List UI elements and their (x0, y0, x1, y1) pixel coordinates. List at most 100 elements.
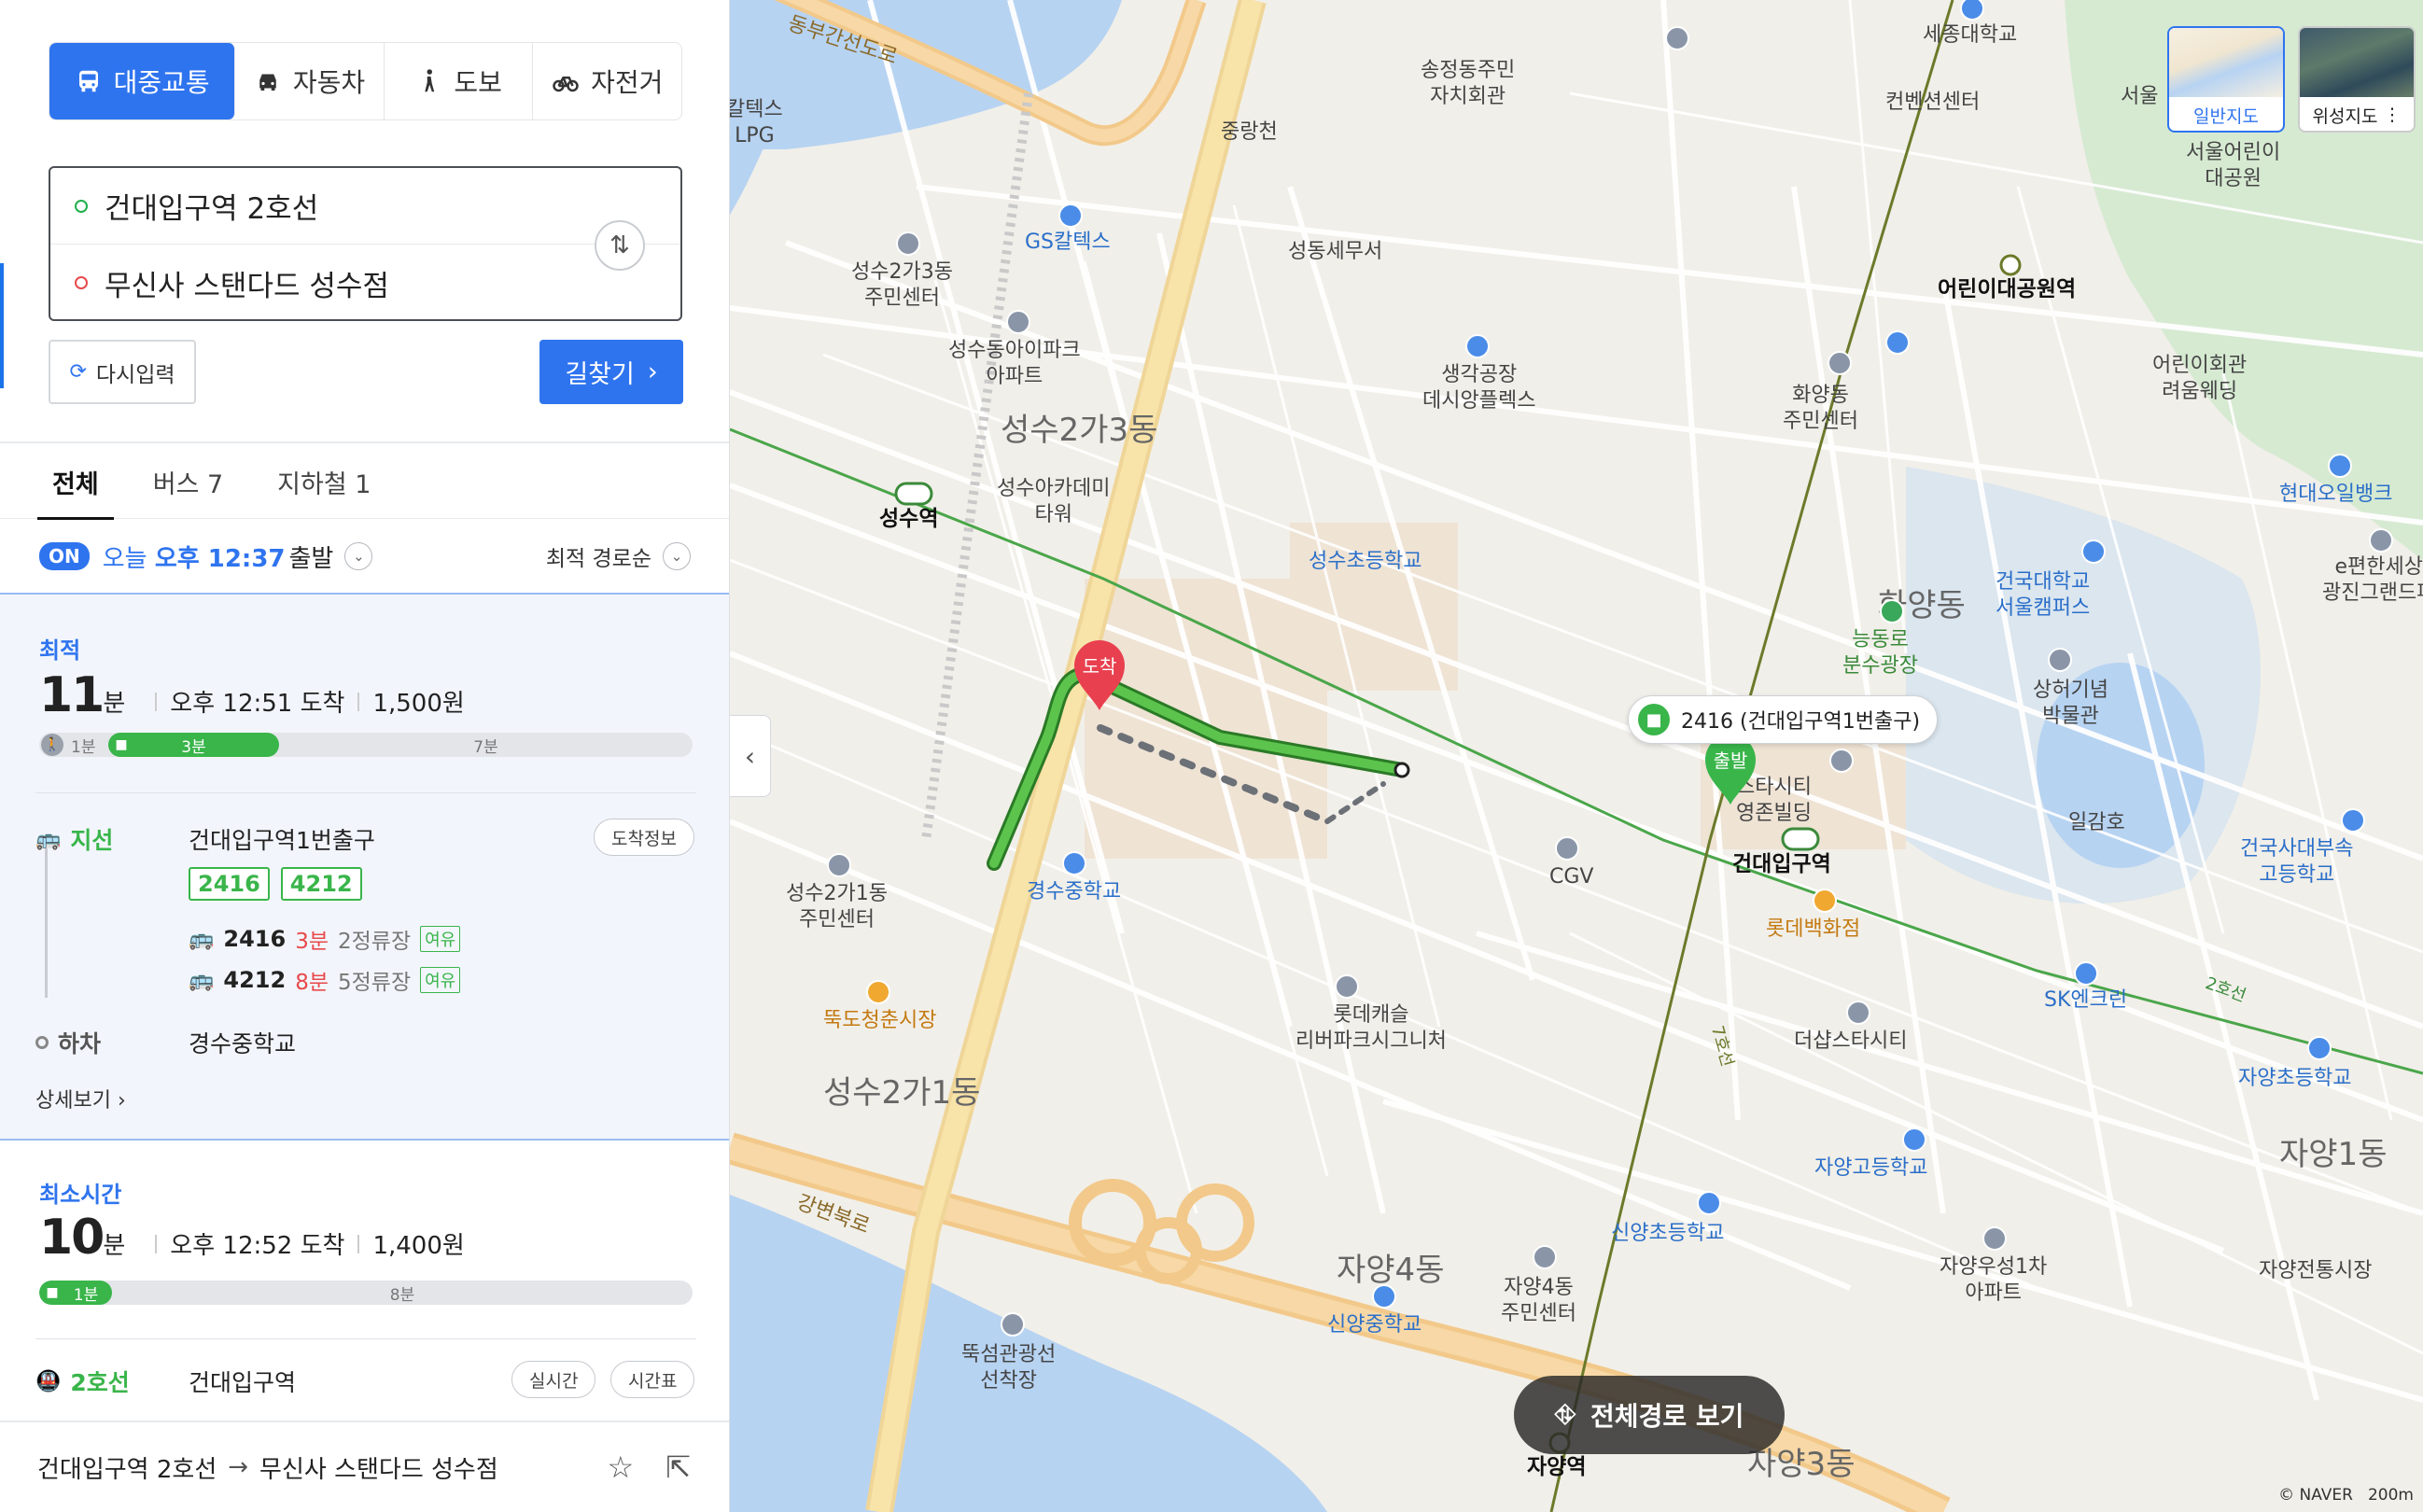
map-view[interactable]: 화양동 성수2가3동 성수2가1동 자양1동 자양4동 자양3동 성수역 건대입… (730, 0, 2423, 1512)
school-icon[interactable] (1697, 1191, 1721, 1215)
museum-icon[interactable] (2048, 648, 2072, 672)
find-route-button[interactable]: 길찾기 › (539, 340, 683, 404)
apartment-icon[interactable] (1006, 310, 1030, 334)
map-label-poi[interactable]: 성수아카데미 타워 (997, 476, 1110, 527)
map-label-poi[interactable]: 경수중학교 (1027, 879, 1121, 905)
ferry-icon[interactable] (1001, 1312, 1025, 1337)
school-icon[interactable] (2341, 808, 2365, 833)
gas-station-icon[interactable] (2328, 454, 2352, 478)
building-icon[interactable] (1829, 749, 1854, 773)
map-label-station[interactable]: 성수역 (879, 506, 938, 533)
map-label-poi[interactable]: GS칼텍스 (1025, 230, 1111, 256)
school-icon[interactable] (2081, 539, 2106, 564)
departure-time[interactable]: 오늘 오후 12:37 (103, 539, 286, 574)
map-label-poi[interactable]: 서울어린이 대공원 (2186, 140, 2280, 191)
map-label-poi[interactable]: 상허기념 박물관 (2033, 678, 2108, 729)
apartment-icon[interactable] (2369, 528, 2393, 553)
school-icon[interactable] (1902, 1127, 1926, 1152)
map-label-poi[interactable]: 건국사대부속 고등학교 (2240, 836, 2353, 888)
full-route-button[interactable]: ⛗ 전체경로 보기 (1514, 1376, 1785, 1454)
map-label-poi[interactable]: 뚝도청춘시장 (823, 1008, 936, 1034)
cinema-icon[interactable] (1555, 836, 1579, 861)
layer-normal-button[interactable]: 일반지도 (2167, 26, 2285, 133)
origin-field[interactable]: 건대입구역 2호선 (50, 168, 680, 245)
map-label-poi[interactable]: 자양고등학교 (1814, 1155, 1927, 1182)
gas-station-icon[interactable] (1058, 203, 1083, 228)
school-icon[interactable] (2307, 1036, 2332, 1060)
chevron-down-icon[interactable]: ⌄ (344, 542, 373, 570)
map-label-poi[interactable]: 성수동아이파크 아파트 (948, 338, 1081, 389)
map-label-poi[interactable]: 화양동 주민센터 (1783, 383, 1858, 434)
map-label-poi[interactable]: 롯데백화점 (1766, 917, 1860, 943)
map-label-poi[interactable]: 생각공장 데시앙플렉스 (1422, 362, 1535, 413)
map-pin-icon[interactable] (1665, 26, 1689, 50)
more-options-icon[interactable]: ⋮ (2383, 105, 2401, 125)
detail-link[interactable]: 상세보기 › (35, 1084, 126, 1113)
map-label-poi[interactable]: 자양전통시장 (2259, 1258, 2372, 1284)
map-label-poi[interactable]: 현대오일뱅크 (2279, 482, 2392, 508)
map-label-poi[interactable]: 뚝섬관광선 선착장 (961, 1342, 1056, 1393)
map-label-poi[interactable]: 자양4동 주민센터 (1501, 1275, 1576, 1326)
mode-car-button[interactable]: 자동차 (235, 43, 385, 119)
shopping-icon[interactable] (1813, 889, 1837, 913)
tab-bus[interactable]: 버스 7 (138, 444, 238, 519)
map-label-poi[interactable]: 칼텍스 LPG (730, 97, 783, 148)
star-icon[interactable]: ☆ (608, 1449, 635, 1485)
destination-pin[interactable]: 도착 (1072, 639, 1127, 712)
building-icon[interactable] (1828, 351, 1852, 375)
bus-number-badge[interactable]: 2416 (189, 867, 270, 901)
map-label-poi[interactable]: 더샵스타시티 (1794, 1029, 1907, 1055)
building-icon[interactable] (827, 853, 851, 877)
sort-dropdown[interactable]: 최적 경로순 ⌄ (546, 520, 691, 593)
map-label-poi[interactable]: CGV (1549, 864, 1593, 890)
bus-stop-callout[interactable]: ■ 2416 (건대입구역1번출구) (1628, 695, 1939, 744)
gas-station-icon[interactable] (2074, 961, 2098, 986)
map-label-station[interactable]: 건대입구역 (1732, 851, 1831, 878)
collapse-panel-button[interactable]: ‹ (730, 715, 771, 797)
bus-number-badge[interactable]: 4212 (280, 867, 362, 901)
park-icon[interactable] (1880, 599, 1904, 623)
school-icon[interactable] (1062, 851, 1086, 875)
building-icon[interactable] (1465, 334, 1490, 358)
timetable-button[interactable]: 시간표 (610, 1361, 695, 1398)
realtime-button[interactable]: 실시간 (511, 1361, 596, 1398)
mode-bicycle-button[interactable]: 자전거 (533, 43, 681, 119)
map-label-station[interactable]: 자양역 (1527, 1454, 1586, 1481)
map-label-poi[interactable]: 자양초등학교 (2238, 1066, 2351, 1092)
tab-subway[interactable]: 지하철 1 (262, 444, 385, 519)
map-label-poi[interactable]: 컨벤션센터 (1885, 90, 1980, 116)
map-label-poi[interactable]: 신양중학교 (1327, 1312, 1422, 1338)
school-icon[interactable] (1372, 1284, 1396, 1309)
reset-button[interactable]: ⟳ 다시입력 (49, 340, 196, 404)
apartment-icon[interactable] (1335, 974, 1359, 999)
route-card-fastest[interactable]: 최소시간 10 분 오후 12:52 도착 1,400원 1분 ■ 8분 🚇 2… (0, 1142, 729, 1422)
map-label-poi[interactable]: 세종대학교 (1923, 22, 2017, 49)
building-icon[interactable] (1533, 1245, 1557, 1269)
route-card-best[interactable]: 최적 11 분 오후 12:51 도착 1,500원 1분 🚶 3분 ■ 7분 … (0, 595, 729, 1141)
map-label-station[interactable]: 어린이대공원역 (1938, 276, 2076, 303)
map-label-poi[interactable]: 능동로 분수광장 (1842, 627, 1918, 679)
map-label-poi[interactable]: 어린이회관 려움웨딩 (2152, 353, 2247, 404)
apartment-icon[interactable] (1982, 1226, 2007, 1251)
map-label-poi[interactable]: 성수2가1동 주민센터 (786, 881, 888, 932)
destination-field[interactable]: 무신사 스탠다드 성수점 (50, 245, 610, 321)
map-label-poi[interactable]: SK엔크린 (2044, 987, 2127, 1014)
swap-route-button[interactable]: ⇅ (595, 220, 645, 271)
map-label-poi[interactable]: 성수초등학교 (1309, 549, 1422, 575)
layer-satellite-button[interactable]: 위성지도 ⋮ (2298, 26, 2416, 133)
building-icon[interactable] (896, 231, 920, 256)
market-icon[interactable] (866, 980, 890, 1004)
map-label-poi[interactable]: 신양초등학교 (1611, 1221, 1724, 1247)
map-label-poi[interactable]: 자양우성1차 아파트 (1940, 1254, 2047, 1306)
building-icon[interactable] (1846, 1001, 1870, 1025)
share-icon[interactable]: ⇱ (665, 1449, 691, 1485)
map-label-poi[interactable]: 롯데캐슬 리버파크시그니처 (1296, 1002, 1447, 1054)
start-pin[interactable]: 출발 (1703, 734, 1758, 806)
map-label-poi[interactable]: 성동세무서 (1288, 239, 1382, 265)
map-label-poi[interactable]: e편한세상광진그랜드파 (2322, 554, 2423, 606)
tab-all[interactable]: 전체 (37, 444, 114, 520)
wedding-icon[interactable] (1885, 330, 1910, 355)
mode-transit-button[interactable]: 대중교통 (49, 43, 236, 119)
map-label-poi[interactable]: 성수2가3동 주민센터 (851, 259, 953, 311)
arrival-info-button[interactable]: 도착정보 (594, 819, 694, 856)
